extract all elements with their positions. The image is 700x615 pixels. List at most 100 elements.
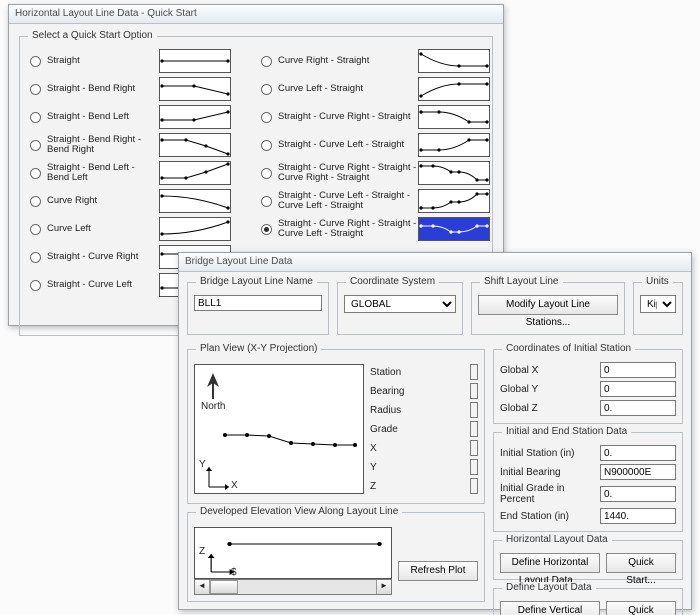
quick-start-option-label: Curve Right	[47, 196, 159, 206]
plan-axis-y: Y	[199, 459, 206, 470]
grade-value	[470, 421, 478, 437]
horizontal-quickstart-button[interactable]: Quick Start...	[606, 553, 676, 573]
radius-value	[470, 402, 478, 418]
elevation-view-plot: Z $	[194, 527, 392, 579]
quick-start-option-label: Straight - Bend Left - Bend Left	[47, 163, 159, 184]
end-station-input[interactable]	[600, 508, 676, 524]
quick-start-thumbnail	[418, 49, 490, 73]
plan-view-legend: Plan View (X-Y Projection)	[196, 343, 321, 354]
quick-start-radio[interactable]	[30, 252, 41, 263]
quick-start-thumbnail	[159, 133, 231, 157]
global-z-input[interactable]	[600, 400, 676, 416]
quick-start-option[interactable]: Curve Left	[28, 215, 231, 243]
initial-station-input[interactable]	[600, 445, 676, 461]
quick-start-option-label: Straight - Curve Left	[47, 280, 159, 290]
quick-start-option[interactable]: Straight - Curve Left - Straight	[259, 131, 490, 159]
global-y-input[interactable]	[600, 381, 676, 397]
quick-start-option[interactable]: Straight - Curve Left - Straight - Curve…	[259, 187, 490, 215]
quick-start-option[interactable]: Straight - Bend Right	[28, 75, 231, 103]
global-x-input[interactable]	[600, 362, 676, 378]
quick-start-thumbnail	[159, 49, 231, 73]
quick-start-option[interactable]: Straight	[28, 47, 231, 75]
bearing-value	[470, 383, 478, 399]
initial-bearing-input[interactable]	[600, 464, 676, 480]
scrollbar-thumb[interactable]	[210, 580, 238, 594]
quick-start-option[interactable]: Straight - Bend Left	[28, 103, 231, 131]
quick-start-option-label: Straight - Curve Left - Straight	[278, 140, 418, 150]
quick-start-radio[interactable]	[261, 84, 272, 95]
quick-start-radio[interactable]	[261, 140, 272, 151]
define-vertical-layout-button[interactable]: Define Vertical Layout Data...	[500, 601, 600, 615]
quick-start-option[interactable]: Straight - Curve Right - Straight	[259, 103, 490, 131]
refresh-plot-button[interactable]: Refresh Plot	[398, 561, 478, 581]
layout-line-name-input[interactable]	[194, 295, 322, 311]
elev-axis-z: Z	[199, 546, 205, 557]
quick-start-thumbnail	[418, 189, 490, 213]
quick-start-radio[interactable]	[30, 224, 41, 235]
quick-start-option-label: Straight - Curve Right	[47, 252, 159, 262]
elevation-scrollbar[interactable]: ◄ ►	[194, 579, 392, 595]
quick-start-option[interactable]: Straight - Curve Right - Straight - Curv…	[259, 215, 490, 243]
quick-start-thumbnail	[159, 105, 231, 129]
name-group-legend: Bridge Layout Line Name	[196, 276, 317, 287]
quick-start-radio[interactable]	[30, 280, 41, 291]
quick-start-radio[interactable]	[30, 168, 41, 179]
z-label: Z	[370, 481, 470, 492]
grade-label: Grade	[370, 424, 470, 435]
quick-start-option-label: Curve Left	[47, 224, 159, 234]
quick-start-thumbnail	[159, 77, 231, 101]
quick-start-option[interactable]: Straight - Curve Right - Straight - Curv…	[259, 159, 490, 187]
vertical-quickstart-button[interactable]: Quick Start...	[606, 601, 676, 615]
chevron-right-icon[interactable]: ►	[376, 580, 391, 594]
quick-start-radio[interactable]	[30, 196, 41, 207]
quick-start-option[interactable]: Straight - Bend Left - Bend Left	[28, 159, 231, 187]
quick-start-radio[interactable]	[30, 56, 41, 67]
quick-start-thumbnail	[418, 161, 490, 185]
quick-start-radio[interactable]	[261, 224, 272, 235]
stage: Horizontal Layout Line Data - Quick Star…	[0, 0, 700, 615]
quick-start-option[interactable]: Curve Right - Straight	[259, 47, 490, 75]
quick-start-thumbnail	[418, 133, 490, 157]
coord-group-legend: Coordinate System	[346, 276, 439, 287]
quick-start-radio[interactable]	[261, 112, 272, 123]
elev-axis-s: $	[231, 567, 237, 578]
quick-start-radio[interactable]	[261, 168, 272, 179]
coordinate-system-combo[interactable]: GLOBAL	[344, 295, 456, 313]
bridge-layout-line-data-window: Bridge Layout Line Data Bridge Layout Li…	[178, 252, 692, 610]
quick-start-option[interactable]: Straight - Bend Right - Bend Right	[28, 131, 231, 159]
global-x-label: Global X	[500, 365, 600, 376]
plan-axis-x: X	[231, 480, 238, 491]
vlayout-legend: Define Layout Data	[502, 582, 596, 593]
quick-start-radio[interactable]	[261, 196, 272, 207]
global-z-label: Global Z	[500, 403, 600, 414]
quick-start-option[interactable]: Curve Left - Straight	[259, 75, 490, 103]
initial-station-label: Initial Station (in)	[500, 448, 600, 459]
units-group-legend: Units	[642, 276, 673, 287]
quick-start-thumbnail	[159, 217, 231, 241]
quick-start-option-label: Straight	[47, 56, 159, 66]
quick-start-option-label: Curve Left - Straight	[278, 84, 418, 94]
initial-grade-label: Initial Grade in Percent	[500, 483, 600, 505]
units-combo[interactable]: Kip, in, F	[640, 295, 676, 313]
initial-bearing-label: Initial Bearing	[500, 467, 600, 478]
end-station-label: End Station (in)	[500, 511, 600, 522]
quick-start-option-label: Curve Right - Straight	[278, 56, 418, 66]
x-value	[470, 440, 478, 456]
initial-grade-input[interactable]	[600, 486, 676, 502]
modify-layout-line-stations-button[interactable]: Modify Layout Line Stations...	[478, 295, 618, 315]
elev-view-legend: Developed Elevation View Along Layout Li…	[196, 506, 402, 517]
bridge-window-title: Bridge Layout Line Data	[179, 253, 691, 272]
quick-start-option-label: Straight - Bend Right - Bend Right	[47, 135, 159, 156]
quick-start-radio[interactable]	[261, 56, 272, 67]
quick-start-radio[interactable]	[30, 140, 41, 151]
quick-start-radio[interactable]	[30, 112, 41, 123]
quick-start-group-legend: Select a Quick Start Option	[28, 30, 157, 41]
quick-start-radio[interactable]	[30, 84, 41, 95]
quick-start-thumbnail	[159, 161, 231, 185]
quick-start-option[interactable]: Curve Right	[28, 187, 231, 215]
radius-label: Radius	[370, 405, 470, 416]
quick-start-option-label: Straight - Bend Left	[47, 112, 159, 122]
quick-start-option-label: Straight - Curve Left - Straight - Curve…	[278, 191, 418, 212]
chevron-left-icon[interactable]: ◄	[195, 580, 210, 594]
define-horizontal-layout-button[interactable]: Define Horizontal Layout Data...	[500, 553, 600, 573]
